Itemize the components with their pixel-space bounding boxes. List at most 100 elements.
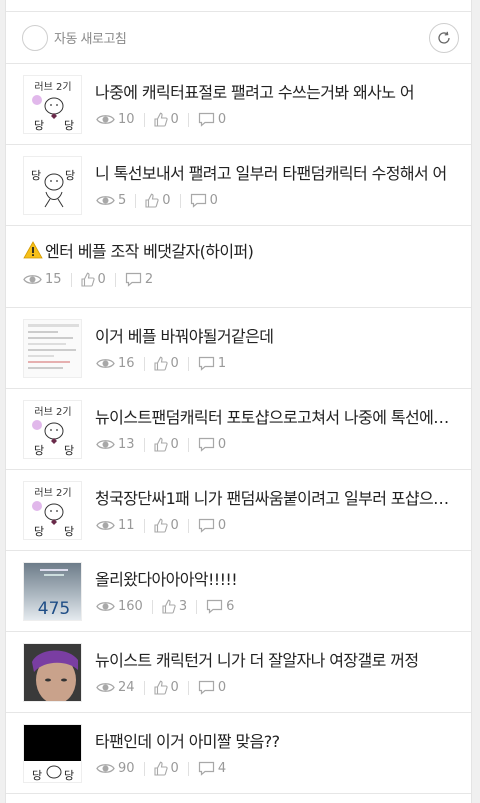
likes-icon: [162, 599, 176, 614]
post-title-text: 올리왔다아아아악!!!!!: [95, 570, 238, 589]
meta-divider: [187, 680, 189, 695]
sticker-caption: 러브 2기: [34, 81, 71, 93]
comments-count: 6: [206, 599, 234, 614]
meta-divider: [187, 437, 189, 452]
feed-toolbar: 자동 새로고침: [6, 12, 471, 64]
top-divider: [6, 0, 471, 12]
post-title[interactable]: 니 톡선보내서 팰려고 일부러 타팬덤캐릭터 수정해서 어: [95, 160, 461, 184]
post-thumbnail[interactable]: 475: [23, 562, 82, 621]
post-row[interactable]: 뉴이스트 캐릭턴거 니가 더 잘알자나 여장갤로 꺼정 24 0 0: [6, 632, 471, 713]
views-count: 5: [96, 193, 126, 208]
comments-value: 2: [144, 272, 154, 287]
meta-divider: [151, 599, 153, 614]
meta-divider: [187, 761, 189, 776]
comments-count: 4: [198, 761, 226, 776]
meta-divider: [187, 112, 189, 127]
views-icon: [96, 196, 115, 205]
likes-count: 3: [162, 599, 187, 614]
sticker-image: 당당: [24, 157, 81, 214]
comments-count: 0: [198, 680, 226, 695]
comments-icon: [190, 193, 206, 208]
post-row[interactable]: 엔터 베플 조작 베댓갈자(하이퍼) 15 0 2: [6, 226, 471, 308]
post-row[interactable]: 러브 2기 당 당 뉴이스트팬덤캐릭터 포토샵으로고쳐서 나중에 톡선에서… 13 0 0: [6, 389, 471, 470]
likes-icon: [153, 518, 168, 533]
post-title[interactable]: 뉴이스트팬덤캐릭터 포토샵으로고쳐서 나중에 톡선에서…: [95, 404, 461, 428]
sticker-char-left: 당: [32, 769, 42, 782]
comments-value: 6: [226, 599, 235, 614]
likes-icon: [145, 193, 159, 208]
comments-icon: [198, 356, 214, 371]
post-meta: 10 0 0: [96, 112, 226, 127]
post-row[interactable]: 러브 2기 당 당 청국장단싸1패 니가 팬덤싸움붙이려고 일부러 포샵으로… 11 0 0: [6, 470, 471, 551]
post-thumbnail[interactable]: 러브 2기 당 당: [23, 481, 82, 540]
likes-icon: [153, 761, 168, 776]
post-thumbnail[interactable]: 당당: [23, 156, 82, 215]
post-row[interactable]: 당당 니 톡선보내서 팰려고 일부러 타팬덤캐릭터 수정해서 어 500: [6, 145, 471, 226]
likes-icon: [153, 437, 168, 452]
sticker-char-right: 당: [64, 769, 74, 782]
feed-frame: 자동 새로고침 러브 2기 당 당 나중에 캐릭터표절로 팰려고 수쓰는거봐 왜사노 …: [5, 0, 472, 803]
likes-value: 0: [170, 112, 179, 127]
post-title-text: 나중에 캐릭터표절로 팰려고 수쓰는거봐 왜사노 어: [95, 83, 415, 102]
post-row[interactable]: 이거 베플 바꿔야될거같은데 16 0 1: [6, 308, 471, 389]
post-title[interactable]: 나중에 캐릭터표절로 팰려고 수쓰는거봐 왜사노 어: [95, 79, 461, 103]
views-value: 15: [45, 272, 62, 287]
views-icon: [96, 521, 115, 530]
post-thumbnail[interactable]: 당당: [23, 724, 82, 783]
views-count: 15: [23, 272, 62, 287]
meta-divider: [143, 112, 145, 127]
likes-icon: [80, 272, 95, 287]
post-title[interactable]: 엔터 베플 조작 베댓갈자(하이퍼): [23, 238, 461, 262]
auto-refresh-toggle[interactable]: [22, 24, 48, 51]
post-title[interactable]: 올리왔다아아아악!!!!!: [95, 566, 461, 590]
post-title[interactable]: 이거 베플 바꿔야될거같은데: [95, 323, 461, 347]
likes-value: 0: [170, 356, 179, 371]
sticker-caption: 러브 2기: [34, 406, 71, 418]
refresh-icon: [438, 31, 450, 44]
likes-count: 0: [153, 437, 179, 452]
views-icon: [96, 359, 115, 368]
meta-divider: [179, 193, 181, 208]
post-title[interactable]: 청국장단싸1패 니가 팬덤싸움붙이려고 일부러 포샵으로…: [95, 485, 461, 509]
post-title-text: 뉴이스트팬덤캐릭터 포토샵으로고쳐서 나중에 톡선에서…: [95, 408, 461, 427]
meta-divider: [196, 599, 198, 614]
refresh-button[interactable]: [429, 22, 459, 53]
views-count: 160: [96, 599, 143, 614]
likes-count: 0: [153, 518, 179, 533]
post-row[interactable]: 러브 2기 당 당 나중에 캐릭터표절로 팰려고 수쓰는거봐 왜사노 어 10 0 0: [6, 64, 471, 145]
views-value: 16: [118, 356, 135, 371]
post-meta: 5 0 0: [96, 193, 218, 208]
likes-count: 0: [153, 680, 179, 695]
post-thumbnail[interactable]: 러브 2기 당 당: [23, 75, 82, 134]
comments-count: 0: [198, 437, 226, 452]
comments-icon: [125, 272, 141, 287]
sticker-image: 러브 2기당 당: [24, 482, 81, 539]
post-thumbnail[interactable]: [23, 319, 82, 378]
post-row[interactable]: 당 당 타팬인데 이거 아미짤 맞음?? 90 0 4: [6, 713, 471, 794]
views-icon: [96, 683, 115, 692]
views-value: 10: [118, 112, 135, 127]
views-count: 11: [96, 518, 135, 533]
post-thumbnail[interactable]: 러브 2기 당 당: [23, 400, 82, 459]
sticker-char-left: 당: [34, 444, 44, 457]
views-count: 90: [96, 761, 135, 776]
meta-divider: [143, 761, 145, 776]
comments-icon: [198, 437, 214, 452]
views-count: 13: [96, 437, 135, 452]
post-meta: 16 0 1: [96, 356, 226, 371]
post-list: 러브 2기 당 당 나중에 캐릭터표절로 팰려고 수쓰는거봐 왜사노 어 10 0 0 당 당 니…: [6, 64, 471, 794]
likes-value: 0: [97, 272, 106, 287]
views-value: 5: [118, 193, 127, 208]
likes-value: 0: [170, 680, 179, 695]
comments-icon: [198, 680, 214, 695]
views-icon: [23, 275, 42, 284]
post-thumbnail[interactable]: [23, 643, 82, 702]
views-count: 16: [96, 356, 135, 371]
sticker-char-right: 당: [64, 525, 74, 538]
face-photo-image: [24, 644, 81, 701]
post-title[interactable]: 타팬인데 이거 아미짤 맞음??: [95, 728, 461, 752]
likes-icon: [153, 112, 168, 127]
post-row[interactable]: 475 올리왔다아아아악!!!!! 160 3 6: [6, 551, 471, 632]
post-title[interactable]: 뉴이스트 캐릭턴거 니가 더 잘알자나 여장갤로 꺼정: [95, 647, 461, 671]
post-meta: 15 0 2: [23, 272, 153, 287]
